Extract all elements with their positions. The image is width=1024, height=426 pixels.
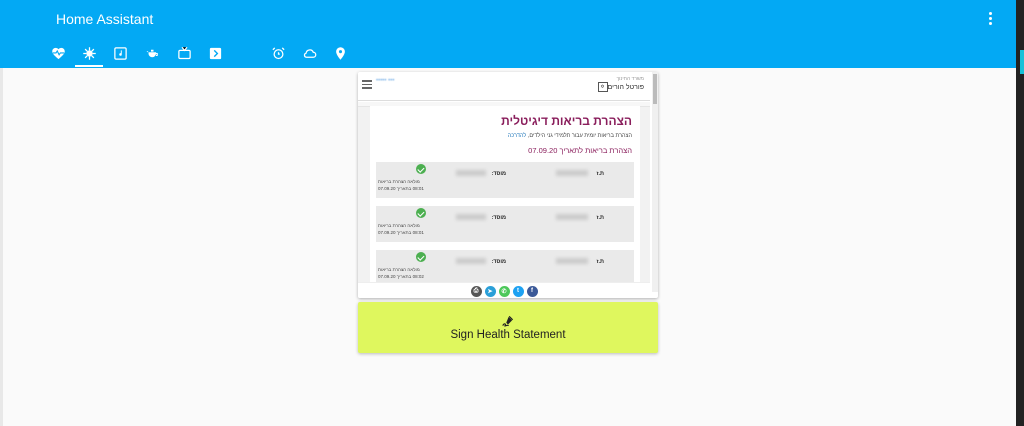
- alarm-clock-icon: [271, 46, 285, 59]
- portal-title: משרד החינוך פורטל הורים✡: [596, 76, 644, 92]
- tab-console[interactable]: [201, 38, 229, 68]
- tab-alarm[interactable]: [264, 38, 292, 68]
- sign-health-statement-button[interactable]: Sign Health Statement: [358, 302, 658, 353]
- tab-tv[interactable]: [170, 38, 198, 68]
- blurred-user-link[interactable]: ••••• •••: [376, 78, 394, 84]
- window-edge: [0, 68, 3, 426]
- tab-health[interactable]: [44, 38, 72, 68]
- view-tabs: [0, 38, 1016, 68]
- vertical-scrollbar[interactable]: [652, 72, 658, 292]
- hamburger-menu-icon[interactable]: [362, 78, 372, 91]
- filled-status: מולאה הצהרת בריאות 08:01 בתאריך 07.09.20: [378, 223, 424, 235]
- iframe-card[interactable]: ••••• ••• משרד החינוך פורטל הורים✡ הצהרת…: [358, 72, 658, 298]
- health-statement-page: הצהרת בריאות דיגיטלית הצהרת בריאות יומית…: [370, 106, 640, 288]
- portal-header: ••••• ••• משרד החינוך פורטל הורים✡: [358, 72, 650, 101]
- tab-media[interactable]: [106, 38, 134, 68]
- heart-pulse-icon: [51, 47, 65, 59]
- twitter-icon[interactable]: t: [512, 285, 524, 297]
- child-card[interactable]: ת.ז מוסד: מולאה הצהרת בריאות 08:01 בתאריך…: [376, 162, 634, 198]
- check-icon: [416, 164, 426, 174]
- sign-button-label: Sign Health Statement: [450, 329, 566, 341]
- page-subtitle: הצהרת בריאות יומית עבור תלמידי גני הילדי…: [507, 133, 632, 139]
- top-app-bar: Home Assistant: [0, 0, 1016, 68]
- print-icon[interactable]: ⎙: [470, 285, 482, 297]
- whatsapp-icon[interactable]: ✆: [498, 285, 510, 297]
- more-options-icon[interactable]: [984, 10, 996, 30]
- console-icon: [209, 47, 221, 59]
- tab-location[interactable]: [326, 38, 354, 68]
- tab-weather[interactable]: [295, 38, 323, 68]
- sidebar-edge: [1016, 0, 1024, 426]
- facebook-icon[interactable]: f: [526, 285, 538, 297]
- tv-icon: [177, 46, 191, 59]
- child-card[interactable]: ת.ז מוסד: מולאה הצהרת בריאות 08:02 בתאריך…: [376, 250, 634, 286]
- share-bar: ⎙ ➤ ✆ t f: [358, 282, 650, 298]
- ministry-logo-icon: ✡: [597, 82, 608, 92]
- check-icon: [416, 208, 426, 218]
- tab-kitchen[interactable]: [139, 38, 167, 68]
- tab-virus[interactable]: [75, 38, 103, 68]
- filled-status: מולאה הצהרת בריאות 08:01 בתאריך 07.09.20: [378, 179, 424, 191]
- map-marker-icon: [335, 46, 345, 60]
- date-line: הצהרת בריאות לתאריך 07.09.20: [528, 146, 632, 155]
- filled-status: מולאה הצהרת בריאות 08:02 בתאריך 07.09.20: [378, 267, 424, 279]
- music-box-icon: [113, 46, 127, 60]
- child-card[interactable]: ת.ז מוסד: מולאה הצהרת בריאות 08:01 בתאריך…: [376, 206, 634, 242]
- pen-signature-icon: [502, 315, 514, 327]
- cloud-icon: [303, 48, 316, 58]
- check-icon: [416, 252, 426, 262]
- teapot-icon: [146, 49, 158, 57]
- guide-link[interactable]: להדרכה: [508, 133, 527, 139]
- telegram-icon[interactable]: ➤: [484, 285, 496, 297]
- page-heading: הצהרת בריאות דיגיטלית: [501, 114, 632, 128]
- virus-icon: [82, 46, 96, 60]
- app-title: Home Assistant: [56, 11, 154, 27]
